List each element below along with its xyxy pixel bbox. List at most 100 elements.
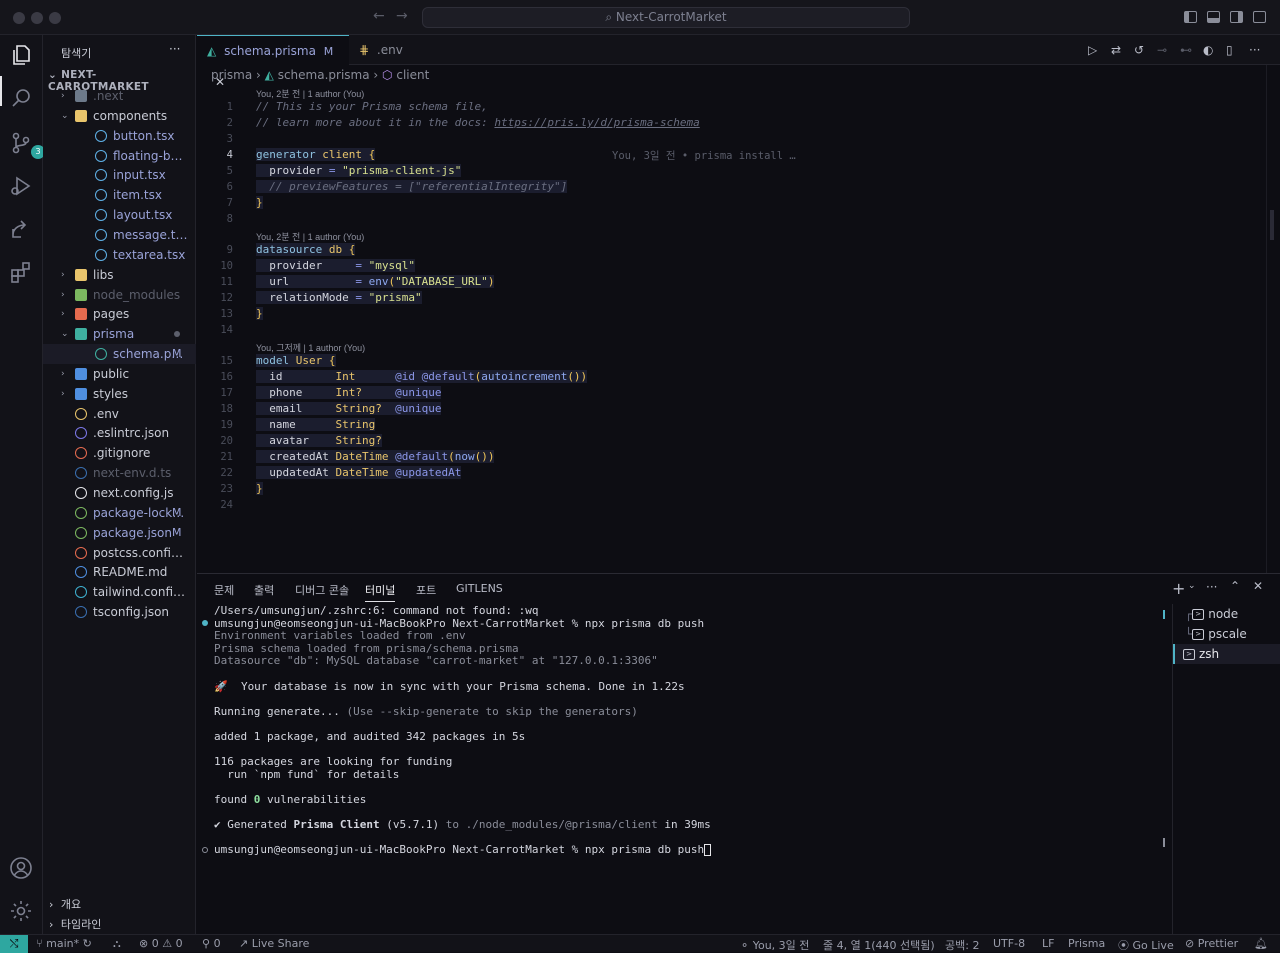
folder-item[interactable]: ⌄ prisma bbox=[43, 324, 196, 344]
folder-item[interactable]: › public bbox=[43, 364, 196, 384]
remote-indicator[interactable]: ⤭ bbox=[0, 935, 28, 953]
zoom-window-button[interactable] bbox=[49, 12, 61, 24]
compare-changes-icon[interactable]: ⇄ bbox=[1111, 43, 1125, 57]
toggle-secondary-sidebar-icon[interactable] bbox=[1230, 11, 1243, 23]
tab-output[interactable]: 출력 bbox=[254, 582, 274, 598]
more-actions-icon[interactable]: ··· bbox=[1206, 580, 1220, 594]
close-window-button[interactable] bbox=[13, 12, 25, 24]
settings-gear-icon[interactable] bbox=[9, 899, 33, 923]
tab-env[interactable]: ⋕ .env bbox=[349, 35, 429, 65]
file-item[interactable]: button.tsx bbox=[43, 126, 196, 146]
split-editor-icon[interactable]: ▯ bbox=[1226, 43, 1240, 57]
minimize-window-button[interactable] bbox=[31, 12, 43, 24]
editor-scrollbar[interactable] bbox=[1266, 65, 1280, 573]
codelens-author[interactable]: You, 2분 전 | 1 author (You) bbox=[256, 230, 364, 243]
file-item[interactable]: package.json M bbox=[43, 523, 196, 543]
file-item[interactable]: next-env.d.ts bbox=[43, 463, 196, 483]
ports-indicator[interactable]: ⚲ 0 bbox=[202, 937, 221, 950]
live-share-button[interactable]: ↗ Live Share bbox=[239, 937, 309, 950]
file-item[interactable]: item.tsx bbox=[43, 185, 196, 205]
language-mode[interactable]: Prisma bbox=[1068, 937, 1105, 950]
forward-arrow-icon[interactable]: → bbox=[396, 8, 408, 24]
terminal-item-zsh[interactable]: > zsh bbox=[1173, 644, 1280, 664]
tab-problems[interactable]: 문제 bbox=[214, 582, 234, 598]
scrollbar-thumb[interactable] bbox=[1270, 210, 1274, 240]
terminal-item-node[interactable]: ┌ > node bbox=[1173, 604, 1280, 624]
graph-icon[interactable]: ⛬ bbox=[113, 937, 121, 951]
folder-item[interactable]: › node_modules bbox=[43, 285, 196, 305]
next-change-icon[interactable]: ⊷ bbox=[1180, 43, 1194, 57]
file-item[interactable]: package-lock.jsonM bbox=[43, 503, 196, 523]
branch-indicator[interactable]: ⑂ main* ↻ bbox=[36, 937, 92, 950]
file-item[interactable]: tsconfig.json bbox=[43, 602, 196, 622]
problems-indicator[interactable]: ⊗ 0 ⚠ 0 bbox=[139, 937, 183, 950]
file-item[interactable]: .env bbox=[43, 404, 196, 424]
file-item[interactable]: .gitignore bbox=[43, 443, 196, 463]
tab-debug-console[interactable]: 디버그 콘솔 bbox=[295, 582, 349, 598]
file-item[interactable]: next.config.js bbox=[43, 483, 196, 503]
toggle-primary-sidebar-icon[interactable] bbox=[1184, 11, 1197, 23]
folder-item[interactable]: ⌄ components bbox=[43, 106, 196, 126]
file-item[interactable]: textarea.tsx bbox=[43, 245, 196, 265]
file-item[interactable]: schema.prismaM bbox=[43, 344, 196, 365]
file-item[interactable]: .eslintrc.json bbox=[43, 423, 196, 443]
file-item[interactable]: floating-button.tsx bbox=[43, 146, 196, 166]
file-item[interactable]: README.md bbox=[43, 562, 196, 582]
more-actions-icon[interactable]: ··· bbox=[169, 42, 180, 56]
go-live-button[interactable]: ⦿ Go Live bbox=[1118, 937, 1174, 953]
terminal-item-pscale[interactable]: └ > pscale bbox=[1173, 624, 1280, 644]
command-center[interactable]: ⌕ Next-CarrotMarket bbox=[422, 7, 910, 28]
tab-terminal[interactable]: 터미널 bbox=[365, 582, 396, 602]
command-pending-dot[interactable] bbox=[202, 847, 208, 853]
run-debug-icon[interactable] bbox=[9, 174, 33, 198]
more-actions-icon[interactable]: ··· bbox=[1249, 43, 1263, 57]
file-item[interactable]: input.tsx bbox=[43, 165, 196, 185]
end-of-line[interactable]: LF bbox=[1042, 937, 1054, 950]
indentation[interactable]: 공백: 2 bbox=[945, 937, 979, 953]
account-icon[interactable] bbox=[9, 856, 33, 880]
remote-explorer-icon[interactable] bbox=[9, 217, 33, 241]
back-arrow-icon[interactable]: ← bbox=[373, 8, 385, 24]
customize-layout-icon[interactable] bbox=[1253, 11, 1266, 23]
previous-change-icon[interactable]: ⊸ bbox=[1157, 43, 1171, 57]
terminal-line: added 1 package, and audited 342 package… bbox=[214, 730, 526, 743]
file-item[interactable]: tailwind.config.ts bbox=[43, 582, 196, 602]
folder-item[interactable]: › .next bbox=[43, 86, 196, 106]
file-item[interactable]: postcss.config.js bbox=[43, 543, 196, 563]
close-panel-icon[interactable]: ✕ bbox=[1253, 579, 1267, 593]
file-item[interactable]: message.tsx bbox=[43, 225, 196, 245]
cursor-position[interactable]: 줄 4, 열 1(440 선택됨) bbox=[823, 937, 935, 953]
folder-item[interactable]: › styles bbox=[43, 384, 196, 404]
toggle-panel-icon[interactable] bbox=[1207, 11, 1220, 23]
codelens-author[interactable]: You, 그저께 | 1 author (You) bbox=[256, 341, 365, 354]
breadcrumb-item[interactable]: schema.prisma bbox=[278, 68, 370, 82]
maximize-panel-icon[interactable]: ⌃ bbox=[1230, 579, 1244, 593]
explorer-icon[interactable] bbox=[9, 43, 33, 67]
run-icon[interactable]: ▷ bbox=[1088, 43, 1102, 57]
notifications-bell-icon[interactable]: 🔔︎ bbox=[1254, 937, 1268, 950]
breadcrumb: prisma › ◭ schema.prisma › ⬡ client bbox=[211, 68, 429, 82]
chevron-down-icon[interactable]: ⌄ bbox=[1188, 581, 1202, 595]
outline-section[interactable]: › 개요 bbox=[43, 895, 196, 915]
prettier-indicator[interactable]: ⊘ Prettier bbox=[1185, 937, 1238, 950]
tree-item-label: next-env.d.ts bbox=[93, 466, 172, 481]
search-icon[interactable] bbox=[9, 86, 33, 110]
command-success-dot[interactable] bbox=[202, 620, 208, 626]
source-control-icon[interactable]: 3 bbox=[9, 131, 45, 159]
folder-item[interactable]: › pages bbox=[43, 304, 196, 324]
open-changes-icon[interactable]: ↺ bbox=[1134, 43, 1148, 57]
file-item[interactable]: layout.tsx bbox=[43, 205, 196, 225]
toggle-blame-icon[interactable]: ◐ bbox=[1203, 43, 1217, 57]
tab-gitlens[interactable]: GITLENS bbox=[456, 582, 503, 595]
breadcrumb-item[interactable]: client bbox=[396, 68, 429, 82]
extensions-icon[interactable] bbox=[9, 260, 33, 284]
tab-ports[interactable]: 포트 bbox=[416, 582, 436, 598]
breadcrumb-item[interactable]: prisma bbox=[211, 68, 252, 82]
folder-item[interactable]: › libs bbox=[43, 265, 196, 285]
timeline-section[interactable]: › 타임라인 bbox=[43, 915, 196, 935]
blame-indicator[interactable]: ⚬ You, 3일 전 bbox=[740, 937, 809, 953]
tab-schema-prisma[interactable]: ◭ schema.prisma M ✕ bbox=[197, 35, 349, 89]
codelens-author[interactable]: You, 2분 전 | 1 author (You) bbox=[256, 87, 364, 100]
encoding[interactable]: UTF-8 bbox=[993, 937, 1025, 950]
new-terminal-icon[interactable]: + bbox=[1172, 579, 1186, 598]
